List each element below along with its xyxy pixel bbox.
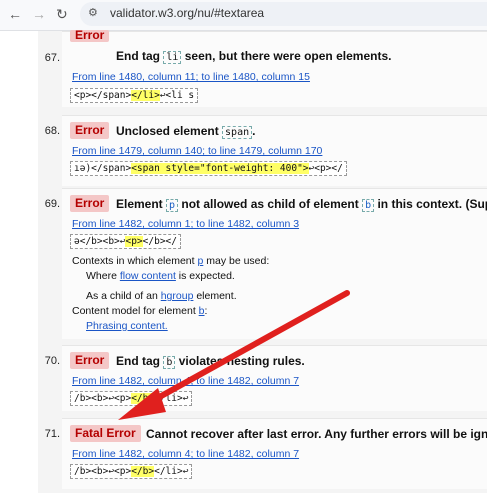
annotation-arrow-icon — [118, 290, 350, 420]
arrow-shaft — [142, 290, 350, 408]
arrow-head — [118, 388, 166, 420]
